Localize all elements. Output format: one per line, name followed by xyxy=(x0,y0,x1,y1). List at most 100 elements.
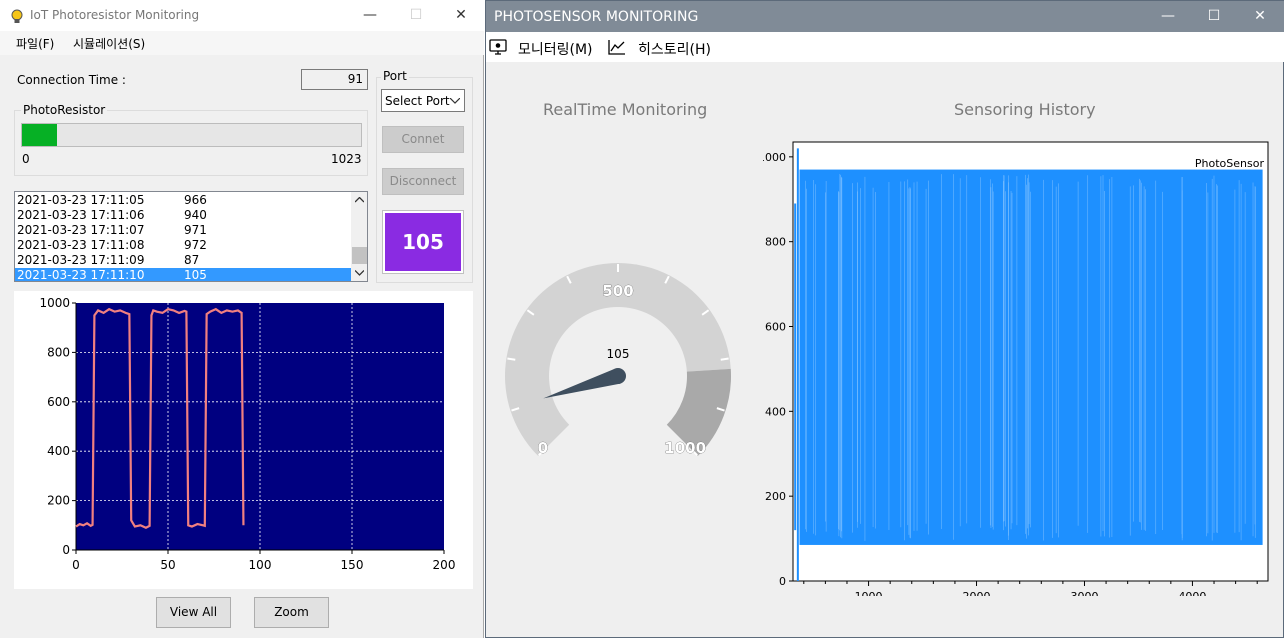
y-tick-label: 600 xyxy=(47,395,70,409)
y-tick-label: 0 xyxy=(779,575,786,588)
app-bulb-icon xyxy=(11,9,23,23)
photosensor-window: PHOTOSENSOR MONITORING — ☐ ✕ 모니터링(M) 히스토… xyxy=(485,0,1284,638)
connection-time-field: 91 xyxy=(301,69,368,90)
log-listbox[interactable]: 2021-03-23 17:11:05 966 2021-03-23 17:11:0… xyxy=(14,191,368,282)
menu-simulation[interactable]: 시뮬레이션(S) xyxy=(73,35,145,52)
photoresistor-window: IoT Photoresistor Monitoring — ☐ ✕ 파일(F)… xyxy=(0,0,484,638)
x-tick-label: 3000 xyxy=(1070,590,1098,596)
x-tick-label: 100 xyxy=(249,558,272,572)
gauge-tick xyxy=(507,357,516,361)
log-value: 87 xyxy=(184,253,200,267)
minimize-button[interactable]: — xyxy=(1145,1,1191,32)
monitor-icon xyxy=(489,39,507,55)
y-tick-label: 1000 xyxy=(39,296,70,310)
line-chart-icon xyxy=(608,40,625,55)
gauge-min-label: 0 xyxy=(538,439,548,457)
scroll-thumb[interactable] xyxy=(352,247,367,264)
list-item[interactable]: 2021-03-23 17:11:06 940 xyxy=(15,208,351,223)
maximize-button[interactable]: ☐ xyxy=(393,0,439,31)
log-timestamp: 2021-03-23 17:11:07 xyxy=(17,223,145,237)
log-value: 971 xyxy=(184,223,207,237)
photoresistor-chart: 0 50 100 150 200 0 200 400 600 800 1000 xyxy=(14,291,473,589)
progress-fill xyxy=(22,124,57,146)
menu-bar: 모니터링(M) 히스토리(H) xyxy=(486,32,1284,62)
title-bar: IoT Photoresistor Monitoring — ☐ ✕ xyxy=(0,0,484,31)
realtime-gauge: 0 500 1000 105 xyxy=(505,263,731,457)
history-title: Sensoring History xyxy=(954,100,1096,119)
value-display-frame: 105 xyxy=(382,210,464,274)
photoresistor-progress-bar xyxy=(21,123,362,147)
chevron-down-icon xyxy=(450,98,460,104)
menu-bar: 파일(F) 시뮬레이션(S) xyxy=(0,31,484,55)
gauge-needle xyxy=(543,368,621,399)
progress-min-label: 0 xyxy=(22,152,30,166)
y-tick-label: 800 xyxy=(47,345,70,359)
log-scrollbar[interactable] xyxy=(351,192,367,281)
port-select-value: Select Port xyxy=(385,94,450,108)
window-title: PHOTOSENSOR MONITORING xyxy=(494,9,699,25)
x-tick-label: 150 xyxy=(341,558,364,572)
log-timestamp: 2021-03-23 17:11:08 xyxy=(17,238,145,252)
history-chart: 0 200 400 600 800 1000 1000 2000 3000 4000 PhotoSe… xyxy=(758,136,1275,603)
x-tick-label: 4000 xyxy=(1178,590,1206,596)
list-item[interactable]: 2021-03-23 17:11:09 87 xyxy=(15,253,351,268)
y-tick-label: 0 xyxy=(62,543,70,557)
gauge-hub xyxy=(610,368,626,384)
list-item[interactable]: 2021-03-23 17:11:05 966 xyxy=(15,193,351,208)
gauge-value-label: 105 xyxy=(607,347,630,361)
log-timestamp: 2021-03-23 17:11:10 xyxy=(17,268,145,282)
log-timestamp: 2021-03-23 17:11:05 xyxy=(17,193,145,207)
zoom-button[interactable]: Zoom xyxy=(254,597,329,628)
y-tick-label: 200 xyxy=(765,490,786,503)
value-display: 105 xyxy=(385,213,461,271)
disconnect-button[interactable]: Disconnect xyxy=(382,168,464,195)
log-value: 966 xyxy=(184,193,207,207)
log-timestamp: 2021-03-23 17:11:06 xyxy=(17,208,145,222)
minimize-button[interactable]: — xyxy=(347,0,393,31)
scroll-down-icon[interactable] xyxy=(355,270,364,276)
log-value: 972 xyxy=(184,238,207,252)
x-tick-label: 50 xyxy=(160,558,175,572)
y-tick-label: 400 xyxy=(47,444,70,458)
window-title: IoT Photoresistor Monitoring xyxy=(30,8,200,22)
list-item[interactable]: 2021-03-23 17:11:07 971 xyxy=(15,223,351,238)
progress-max-label: 1023 xyxy=(331,152,362,166)
menu-monitoring-label: 모니터링(M) xyxy=(518,42,593,58)
log-list: 2021-03-23 17:11:05 966 2021-03-23 17:11:0… xyxy=(15,193,351,282)
list-item[interactable]: 2021-03-23 17:11:08 972 xyxy=(15,238,351,253)
history-chart-svg: 0 200 400 600 800 1000 1000 2000 3000 4000 PhotoSe… xyxy=(758,141,1269,603)
title-bar: PHOTOSENSOR MONITORING — ☐ ✕ xyxy=(486,1,1284,32)
legend-label: PhotoSensor xyxy=(1195,157,1265,170)
y-tick-label: 800 xyxy=(765,236,786,249)
x-tick-label: 0 xyxy=(72,558,80,572)
close-button[interactable]: ✕ xyxy=(1237,1,1283,32)
log-timestamp: 2021-03-23 17:11:09 xyxy=(17,253,145,267)
y-tick-label: 600 xyxy=(765,321,786,334)
series-band xyxy=(799,169,1263,545)
x-tick-label: 1000 xyxy=(855,590,883,596)
x-tick-label: 200 xyxy=(433,558,456,572)
list-item[interactable]: 2021-03-23 17:11:10 105 xyxy=(15,268,351,282)
x-tick-label: 2000 xyxy=(963,590,991,596)
gauge-max-label: 1000 xyxy=(664,439,706,457)
view-all-button[interactable]: View All xyxy=(156,597,231,628)
y-tick-label: 400 xyxy=(765,405,786,418)
y-tick-label: 200 xyxy=(47,494,70,508)
scroll-up-icon[interactable] xyxy=(355,197,364,203)
gauge-tick xyxy=(720,357,729,361)
maximize-button[interactable]: ☐ xyxy=(1191,1,1237,32)
photoresistor-group-label: PhotoResistor xyxy=(21,103,108,117)
realtime-title: RealTime Monitoring xyxy=(543,100,708,119)
log-value: 940 xyxy=(184,208,207,222)
connect-button[interactable]: Connet xyxy=(382,126,464,153)
y-tick-label: 1000 xyxy=(763,151,786,164)
port-group-label: Port xyxy=(381,69,409,83)
connection-time-label: Connection Time : xyxy=(17,73,126,87)
log-value: 105 xyxy=(184,268,207,282)
menu-history-label: 히스토리(H) xyxy=(638,42,711,58)
close-button[interactable]: ✕ xyxy=(438,0,484,31)
menu-file[interactable]: 파일(F) xyxy=(16,35,54,52)
chart-svg: 0 50 100 150 200 0 200 400 600 800 1000 xyxy=(39,296,456,572)
gauge-mid-label: 500 xyxy=(602,282,633,300)
port-select[interactable]: Select Port xyxy=(381,89,465,112)
